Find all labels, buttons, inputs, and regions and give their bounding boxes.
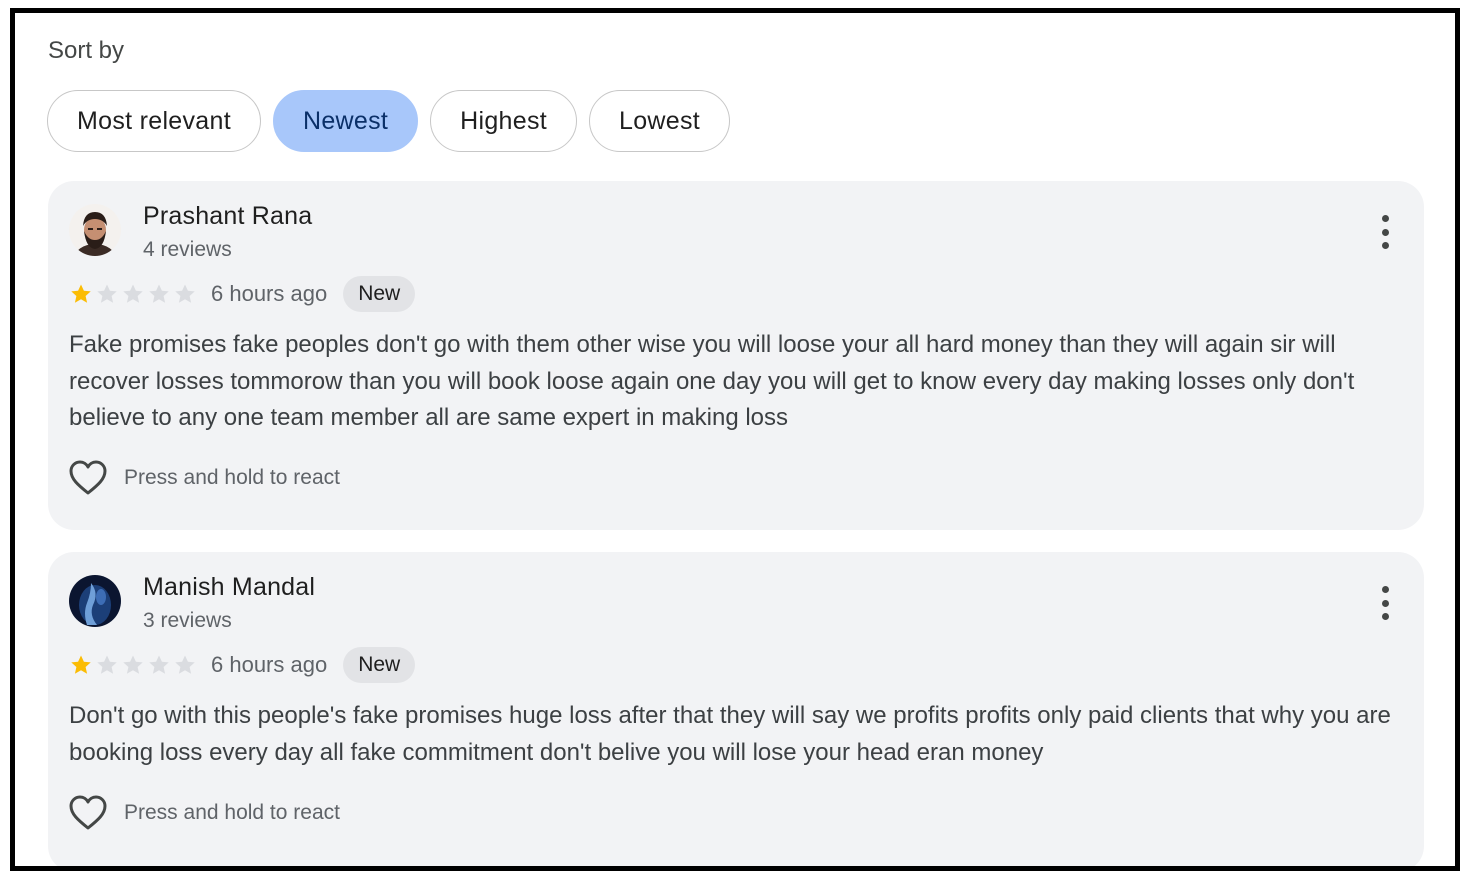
review-text: Fake promises fake peoples don't go with… bbox=[69, 331, 1355, 431]
star-rating bbox=[69, 653, 197, 677]
review-card: Prashant Rana 4 reviews 6 hours ago New … bbox=[48, 181, 1424, 530]
review-time: 6 hours ago bbox=[211, 652, 328, 677]
heart-icon bbox=[69, 795, 107, 830]
reviewer-name[interactable]: Prashant Rana bbox=[143, 202, 312, 231]
react-label: Press and hold to react bbox=[124, 801, 340, 824]
react-label: Press and hold to react bbox=[124, 466, 340, 489]
star-empty-icon bbox=[149, 655, 169, 674]
person-photo-avatar-icon bbox=[69, 204, 121, 256]
star-filled-icon bbox=[71, 655, 91, 674]
sort-by-label: Sort by bbox=[48, 37, 125, 64]
sort-chip-lowest[interactable]: Lowest bbox=[589, 90, 731, 152]
sort-chip-group: Most relevant Newest Highest Lowest bbox=[47, 90, 731, 152]
review-meta: 6 hours ago New bbox=[69, 647, 416, 683]
new-badge: New bbox=[343, 647, 416, 683]
reviewer-name[interactable]: Manish Mandal bbox=[143, 573, 315, 602]
reviewer-review-count: 3 reviews bbox=[143, 609, 232, 632]
reviewer-review-count: 4 reviews bbox=[143, 238, 232, 261]
react-button[interactable]: Press and hold to react bbox=[69, 795, 340, 831]
react-button[interactable]: Press and hold to react bbox=[69, 460, 340, 496]
reviewer-avatar[interactable] bbox=[69, 575, 121, 627]
review-text: Don't go with this people's fake promise… bbox=[69, 702, 1391, 766]
review-meta: 6 hours ago New bbox=[69, 276, 416, 312]
reviewer-avatar[interactable] bbox=[69, 204, 121, 256]
reviews-panel: Sort by Most relevant Newest Highest Low… bbox=[10, 8, 1460, 871]
review-card: Manish Mandal 3 reviews 6 hours ago New … bbox=[48, 552, 1424, 866]
star-empty-icon bbox=[149, 284, 169, 303]
sort-chip-newest[interactable]: Newest bbox=[272, 90, 419, 152]
review-time: 6 hours ago bbox=[211, 281, 328, 306]
sort-chip-highest[interactable]: Highest bbox=[430, 90, 578, 152]
star-empty-icon bbox=[123, 284, 143, 303]
heart-icon bbox=[69, 460, 107, 495]
new-badge: New bbox=[343, 276, 416, 312]
star-empty-icon bbox=[123, 655, 143, 674]
star-filled-icon bbox=[71, 284, 91, 303]
more-options-icon[interactable] bbox=[1380, 215, 1390, 249]
sort-chip-most-relevant[interactable]: Most relevant bbox=[47, 90, 261, 152]
star-empty-icon bbox=[175, 284, 195, 303]
dark-blue-photo-avatar-icon bbox=[69, 575, 121, 627]
star-empty-icon bbox=[97, 284, 117, 303]
star-empty-icon bbox=[97, 655, 117, 674]
star-rating bbox=[69, 282, 197, 306]
more-options-icon[interactable] bbox=[1380, 586, 1390, 620]
star-empty-icon bbox=[175, 655, 195, 674]
